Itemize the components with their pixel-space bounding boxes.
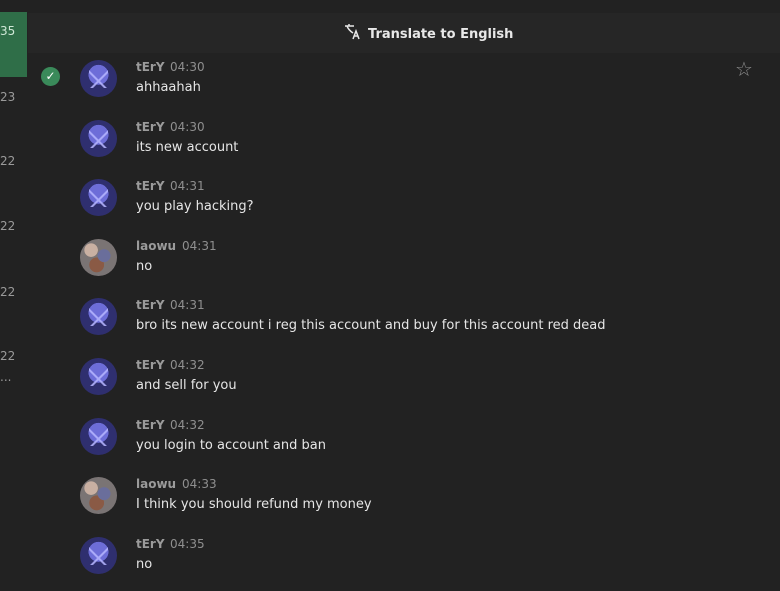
- message-time: 04:31: [170, 298, 205, 312]
- chat-item-count: 22: [0, 349, 16, 363]
- message-item[interactable]: tErY 04:32 and sell for you: [80, 358, 760, 408]
- message-item[interactable]: tErY 04:30 its new account: [80, 120, 760, 170]
- message-author[interactable]: laowu: [136, 239, 176, 255]
- message-author[interactable]: laowu: [136, 477, 176, 493]
- message-author[interactable]: tErY: [136, 537, 165, 553]
- message-author[interactable]: tErY: [136, 298, 165, 314]
- message-item[interactable]: laowu 04:31 no: [80, 239, 760, 289]
- avatar[interactable]: [80, 298, 117, 335]
- message-author[interactable]: tErY: [136, 358, 165, 374]
- message-time: 04:35: [170, 537, 205, 551]
- chat-item-count: 22: [0, 285, 16, 299]
- message-author[interactable]: tErY: [136, 60, 165, 76]
- message-text: you login to account and ban: [136, 438, 326, 453]
- translate-label: Translate to English: [368, 26, 514, 42]
- avatar[interactable]: [80, 179, 117, 216]
- message-text: I think you should refund my money: [136, 497, 372, 512]
- message-text: and sell for you: [136, 378, 237, 393]
- message-item[interactable]: tErY 04:30 ahhaahah: [80, 60, 760, 110]
- message-author[interactable]: tErY: [136, 179, 165, 195]
- avatar[interactable]: [80, 477, 117, 514]
- message-time: 04:31: [170, 179, 205, 193]
- active-chat-item[interactable]: 35: [0, 12, 27, 77]
- message-text: no: [136, 557, 153, 572]
- translate-icon: [344, 23, 362, 45]
- message-time: 04:32: [170, 358, 205, 372]
- avatar[interactable]: [80, 418, 117, 455]
- chat-item-count: 23: [0, 90, 16, 104]
- message-time: 04:30: [170, 120, 205, 134]
- avatar[interactable]: [80, 60, 117, 97]
- message-item[interactable]: laowu 04:33 I think you should refund my m…: [80, 477, 760, 527]
- message-text: its new account: [136, 140, 239, 155]
- message-text: you play hacking?: [136, 199, 254, 214]
- message-author[interactable]: tErY: [136, 120, 165, 136]
- message-text: bro its new account i reg this account a…: [136, 318, 606, 333]
- message-item[interactable]: tErY 04:31 bro its new account i reg this …: [80, 298, 760, 348]
- chat-item-count: 22: [0, 154, 16, 168]
- chat-item-count: ...: [0, 370, 12, 384]
- avatar[interactable]: [80, 239, 117, 276]
- translate-button[interactable]: Translate to English: [344, 24, 513, 44]
- avatar[interactable]: [80, 537, 117, 574]
- message-item[interactable]: tErY 04:31 you play hacking?: [80, 179, 760, 229]
- message-text: ahhaahah: [136, 80, 201, 95]
- message-time: 04:30: [170, 60, 205, 74]
- avatar[interactable]: [80, 358, 117, 395]
- avatar[interactable]: [80, 120, 117, 157]
- chat-item-count: 22: [0, 219, 16, 233]
- message-text: no: [136, 259, 153, 274]
- message-author[interactable]: tErY: [136, 418, 165, 434]
- chat-item-count: 35: [0, 24, 16, 38]
- check-circle-icon[interactable]: ✓: [41, 67, 60, 86]
- message-item[interactable]: tErY 04:32 you login to account and ban: [80, 418, 760, 468]
- message-item[interactable]: tErY 04:35 no: [80, 537, 760, 587]
- message-time: 04:32: [170, 418, 205, 432]
- chat-list-strip: 35 23 22 22 22 22 ...: [0, 0, 28, 591]
- message-time: 04:33: [182, 477, 217, 491]
- message-time: 04:31: [182, 239, 217, 253]
